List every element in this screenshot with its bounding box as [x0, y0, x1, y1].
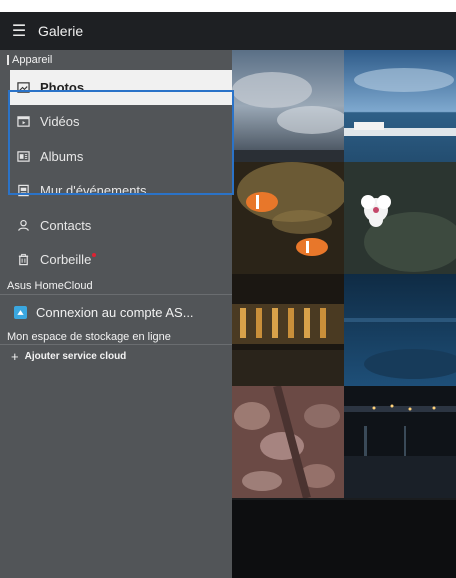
add-cloud-label: Ajouter service cloud: [24, 350, 127, 362]
homecloud-login-label: Connexion au compte AS...: [36, 304, 194, 320]
photo-thumbnail[interactable]: [232, 386, 344, 498]
homecloud-login-item[interactable]: Connexion au compte AS...: [0, 295, 232, 329]
navigation-drawer: Appareil Photos Vidéos Albums Mur d'évén…: [0, 50, 234, 578]
add-cloud-service-button[interactable]: + Ajouter service cloud: [0, 345, 232, 367]
photo-thumbnail[interactable]: [232, 50, 344, 162]
section-header-device: Appareil: [0, 50, 232, 70]
photo-thumbnail[interactable]: [344, 386, 456, 498]
photo-thumbnail[interactable]: [232, 162, 344, 274]
trash-icon: [16, 253, 30, 267]
plus-icon: +: [11, 348, 19, 364]
photo-thumbnail[interactable]: [232, 274, 344, 386]
app-title: Galerie: [38, 23, 84, 39]
highlight-frame: [8, 90, 234, 195]
drawer-item-label: Corbeille: [40, 252, 92, 268]
photo-thumbnail[interactable]: [344, 50, 456, 162]
hamburger-menu-icon[interactable]: ☰: [0, 12, 38, 50]
photo-thumbnail[interactable]: [344, 162, 456, 274]
photo-grid: [232, 50, 456, 578]
drawer-item-contacts[interactable]: Contacts: [0, 208, 232, 243]
new-badge: [92, 252, 97, 257]
app-bar: ☰ Galerie: [0, 12, 456, 50]
drawer-item-trash[interactable]: Corbeille: [0, 243, 232, 278]
grid-empty-area: [232, 500, 456, 578]
photo-thumbnail[interactable]: [344, 274, 456, 386]
gallery-screen: ☰ Galerie +: [0, 12, 456, 578]
contacts-icon: [16, 218, 30, 232]
drawer-item-label: Contacts: [40, 217, 92, 233]
homecloud-icon: [14, 305, 27, 319]
section-header-homecloud: Asus HomeCloud: [7, 279, 93, 292]
section-header-storage: Mon espace de stockage en ligne: [7, 330, 171, 343]
